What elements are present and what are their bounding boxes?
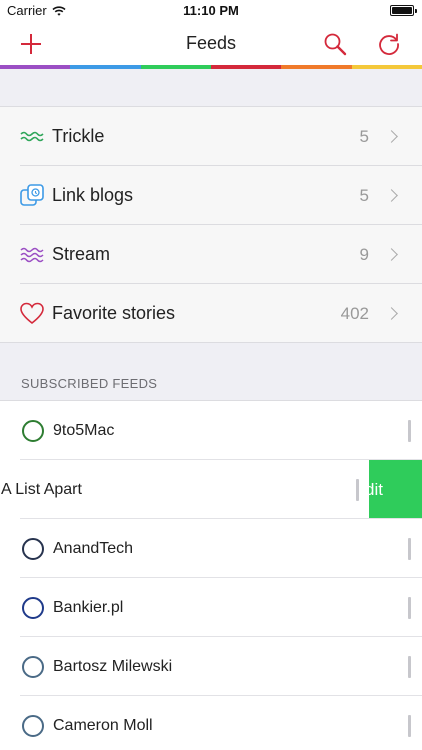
subscribed-feeds-list: 9to5Mac A List Apart dit AnandTech Banki… — [0, 401, 422, 750]
refresh-icon — [379, 33, 399, 55]
search-icon — [324, 33, 347, 56]
feed-row-a-list-apart[interactable]: A List Apart dit — [0, 460, 422, 519]
row-count: 402 — [340, 303, 369, 323]
feed-label: Bankier.pl — [53, 598, 124, 616]
feed-row-9to5mac[interactable]: 9to5Mac — [0, 401, 422, 460]
unread-circle-icon — [22, 714, 44, 737]
feed-label: 9to5Mac — [53, 421, 115, 439]
row-trickle[interactable]: Trickle 5 — [0, 107, 422, 166]
feed-label: Cameron Moll — [53, 716, 153, 734]
battery-icon — [390, 5, 417, 16]
row-stream[interactable]: Stream 9 — [0, 225, 422, 284]
chevron-right-icon — [385, 189, 398, 202]
row-label: Favorite stories — [52, 303, 176, 323]
edit-action-button[interactable]: dit — [365, 460, 422, 519]
row-label: Link blogs — [52, 185, 134, 205]
heart-icon — [19, 301, 45, 327]
nav-title: Feeds — [185, 33, 237, 53]
special-feeds-list: Trickle 5 Link blogs 5 Stream 9 Favorite… — [0, 107, 422, 343]
reorder-handle[interactable] — [408, 714, 411, 737]
chevron-right-icon — [385, 307, 398, 320]
chevron-right-icon — [385, 248, 398, 261]
row-count: 5 — [359, 126, 369, 146]
row-count: 5 — [359, 185, 369, 205]
link-blogs-icon — [19, 183, 45, 209]
feed-row-bartosz-milewski[interactable]: Bartosz Milewski — [0, 637, 422, 696]
trickle-waves-icon — [19, 124, 45, 150]
swiped-row-content[interactable]: A List Apart — [0, 460, 369, 519]
row-count: 9 — [359, 244, 369, 264]
row-favorite-stories[interactable]: Favorite stories 402 — [0, 284, 422, 343]
edit-action-label: dit — [365, 479, 383, 499]
row-link-blogs[interactable]: Link blogs 5 — [0, 166, 422, 225]
feed-label: A List Apart — [1, 480, 82, 498]
reorder-handle[interactable] — [408, 537, 411, 560]
top-spacer — [0, 69, 422, 107]
unread-circle-icon — [22, 537, 44, 560]
reorder-handle[interactable] — [408, 655, 411, 678]
feed-row-anandtech[interactable]: AnandTech — [0, 519, 422, 578]
reorder-handle[interactable] — [356, 478, 359, 501]
unread-circle-icon — [22, 596, 44, 619]
subscribed-feeds-header: SUBSCRIBED FEEDS — [0, 343, 422, 401]
feed-row-bankier[interactable]: Bankier.pl — [0, 578, 422, 637]
section-title: SUBSCRIBED FEEDS — [21, 376, 158, 391]
stream-waves-icon — [19, 242, 45, 268]
status-bar: Carrier 11:10 PM — [0, 0, 422, 22]
status-time: 11:10 PM — [183, 3, 239, 18]
unread-circle-icon — [22, 655, 44, 678]
feed-label: AnandTech — [53, 539, 134, 557]
reorder-handle[interactable] — [408, 596, 411, 619]
search-button[interactable] — [320, 29, 350, 59]
chevron-right-icon — [385, 130, 398, 143]
row-label: Trickle — [52, 126, 105, 146]
nav-bar: Feeds — [0, 22, 422, 65]
feed-row-cameron-moll[interactable]: Cameron Moll — [0, 696, 422, 750]
unread-circle-icon — [22, 419, 44, 442]
reorder-handle[interactable] — [408, 419, 411, 442]
refresh-button[interactable] — [374, 29, 404, 59]
row-label: Stream — [52, 244, 111, 264]
feed-label: Bartosz Milewski — [53, 657, 173, 675]
